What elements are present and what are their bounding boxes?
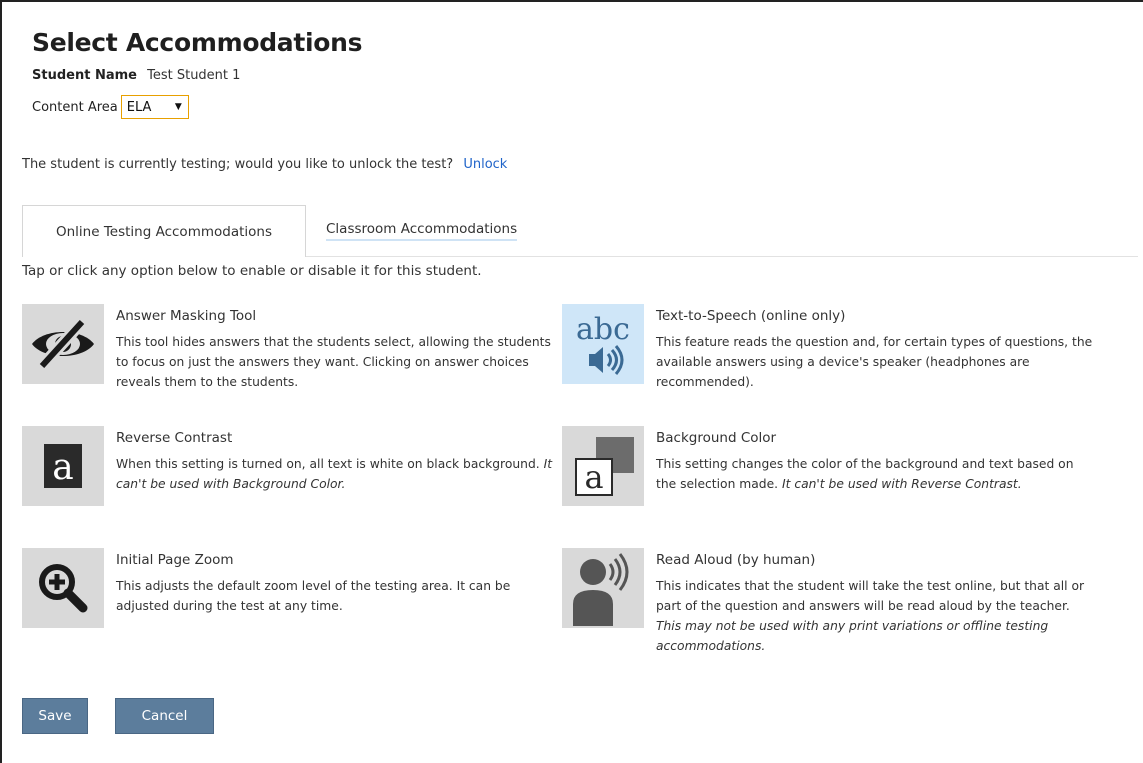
accommodation-name: Background Color: [656, 430, 777, 446]
content-area-select[interactable]: ELA ▼: [120, 95, 189, 119]
student-name-row: Student Name Test Student 1: [32, 68, 240, 83]
desc-note: It can't be used with Reverse Contrast.: [781, 477, 1022, 491]
accommodation-name: Read Aloud (by human): [656, 552, 816, 568]
testing-notice: The student is currently testing; would …: [22, 157, 507, 172]
icon-text: abc: [576, 312, 630, 347]
content-area-value: ELA: [126, 99, 152, 115]
accommodation-name: Answer Masking Tool: [116, 308, 257, 324]
caret-down-icon: ▼: [174, 102, 182, 112]
accommodation-desc: This adjusts the default zoom level of t…: [116, 576, 556, 616]
save-button[interactable]: Save: [22, 698, 88, 734]
text-to-speech-icon: abc: [562, 304, 644, 384]
zoom-in-icon: [22, 548, 104, 628]
desc-note: This may not be used with any print vari…: [656, 619, 1049, 653]
accommodation-desc: This tool hides answers that the student…: [116, 332, 556, 392]
unlock-link[interactable]: Unlock: [463, 157, 507, 172]
testing-notice-text: The student is currently testing; would …: [22, 157, 454, 172]
page-title: Select Accommodations: [32, 28, 363, 57]
tab-divider: [306, 256, 1138, 257]
accommodation-desc: When this setting is turned on, all text…: [116, 454, 556, 494]
reverse-contrast-icon: a: [22, 426, 104, 506]
desc-text: This tool hides answers that the student…: [116, 335, 551, 389]
tab-online-testing[interactable]: Online Testing Accommodations: [22, 205, 306, 257]
desc-text: This adjusts the default zoom level of t…: [116, 579, 511, 613]
accommodation-name: Initial Page Zoom: [116, 552, 234, 568]
icon-text: a: [584, 458, 603, 496]
accommodation-name: Reverse Contrast: [116, 430, 233, 446]
eye-slash-icon: [22, 304, 104, 384]
instructions: Tap or click any option below to enable …: [22, 263, 482, 279]
accommodation-desc: This setting changes the color of the ba…: [656, 454, 1096, 494]
cancel-button[interactable]: Cancel: [115, 698, 214, 734]
student-name-value: Test Student 1: [147, 68, 241, 83]
accommodation-desc: This indicates that the student will tak…: [656, 576, 1096, 656]
desc-text: This indicates that the student will tak…: [656, 579, 1085, 613]
read-aloud-icon: [562, 548, 644, 628]
content-area-label: Content Area: [32, 99, 118, 115]
desc-text: This feature reads the question and, for…: [656, 335, 1093, 389]
accommodation-desc: This feature reads the question and, for…: [656, 332, 1096, 392]
student-name-label: Student Name: [32, 68, 137, 83]
background-color-icon: a: [562, 426, 644, 506]
accommodation-name: Text-to-Speech (online only): [656, 308, 846, 324]
tab-label: Online Testing Accommodations: [56, 223, 272, 240]
icon-text: a: [52, 447, 73, 488]
tab-label: Classroom Accommodations: [326, 221, 518, 241]
tab-bar: Online Testing Accommodations Classroom …: [22, 205, 518, 257]
content-area-row: Content Area ELA ▼: [32, 95, 189, 119]
tab-classroom[interactable]: Classroom Accommodations: [326, 205, 518, 257]
desc-text: When this setting is turned on, all text…: [116, 457, 544, 471]
